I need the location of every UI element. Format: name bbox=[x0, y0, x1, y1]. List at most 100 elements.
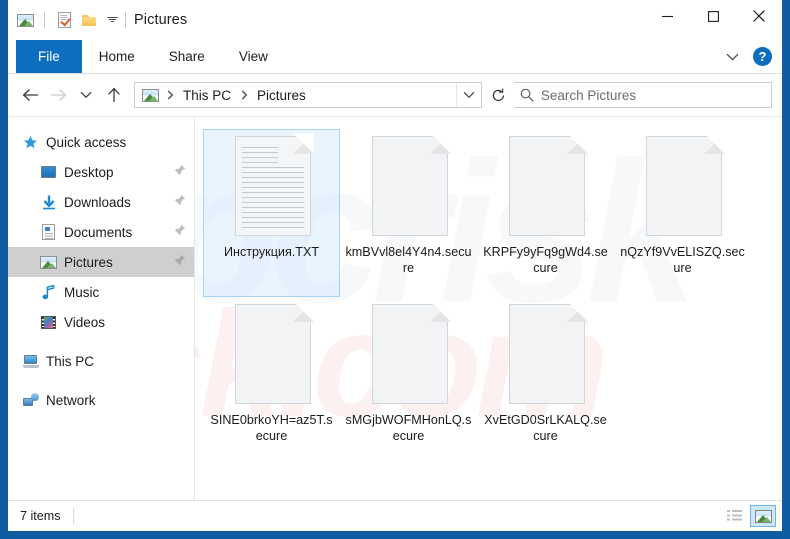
close-button[interactable] bbox=[736, 0, 782, 32]
details-view-icon bbox=[726, 509, 742, 523]
breadcrumb-separator-icon[interactable] bbox=[162, 83, 178, 107]
star-icon bbox=[22, 134, 39, 151]
encrypted-file-icon bbox=[231, 301, 314, 406]
navigation-pane: Quick access Desktop Downloads Documents… bbox=[8, 117, 195, 500]
desktop-icon bbox=[40, 164, 57, 181]
properties-icon[interactable] bbox=[55, 11, 73, 29]
file-item[interactable]: Инструкция.TXT bbox=[203, 129, 340, 297]
sidebar-item-label: Documents bbox=[64, 224, 133, 240]
pin-icon[interactable] bbox=[174, 193, 186, 211]
sidebar-item-label: Desktop bbox=[64, 164, 114, 180]
file-name: kmBVvl8el4Y4n4.secure bbox=[345, 245, 472, 275]
breadcrumb: This PC Pictures bbox=[135, 83, 456, 107]
quick-access-toolbar bbox=[8, 11, 119, 29]
sidebar-item-label: Network bbox=[46, 392, 96, 408]
large-icons-view-button[interactable] bbox=[750, 505, 776, 527]
encrypted-file-icon bbox=[368, 133, 451, 238]
desktop-background: Pictures File Home Share View ? This PC … bbox=[0, 0, 790, 539]
text-file-icon bbox=[231, 133, 314, 238]
sidebar-item-documents[interactable]: Documents bbox=[8, 217, 194, 247]
toolbar-divider bbox=[44, 12, 45, 28]
file-name: sMGjbWOFMHonLQ.secure bbox=[345, 413, 472, 443]
pictures-icon bbox=[40, 254, 57, 271]
search-box[interactable] bbox=[514, 82, 772, 108]
maximize-button[interactable] bbox=[690, 0, 736, 32]
window-controls bbox=[644, 0, 782, 32]
file-name: SINE0brkoYH=az5T.secure bbox=[210, 413, 333, 443]
sidebar-item-this-pc[interactable]: This PC bbox=[8, 346, 194, 376]
file-grid: Инструкция.TXT kmBVvl8el4Y4n4.secure KRP… bbox=[203, 129, 774, 465]
file-list-pane[interactable]: Инструкция.TXT kmBVvl8el4Y4n4.secure KRP… bbox=[195, 117, 782, 500]
view-mode-buttons bbox=[721, 505, 776, 527]
file-name: Инструкция.TXT bbox=[223, 245, 320, 259]
back-button[interactable] bbox=[16, 81, 44, 109]
breadcrumb-pictures[interactable]: Pictures bbox=[253, 87, 310, 104]
pin-icon[interactable] bbox=[174, 253, 186, 271]
sidebar-item-pictures[interactable]: Pictures bbox=[8, 247, 194, 277]
breadcrumb-this-pc[interactable]: This PC bbox=[179, 87, 235, 104]
customize-qat-caret-icon[interactable] bbox=[105, 13, 119, 27]
file-name: KRPFy9yFq9gWd4.secure bbox=[483, 245, 608, 275]
file-item[interactable]: XvEtGD0SrLKALQ.secure bbox=[477, 297, 614, 465]
status-divider bbox=[72, 508, 74, 524]
search-icon bbox=[514, 88, 541, 102]
large-icons-view-icon bbox=[754, 509, 772, 523]
search-input[interactable] bbox=[540, 87, 771, 103]
sidebar-item-network[interactable]: Network bbox=[8, 385, 194, 415]
tab-share[interactable]: Share bbox=[152, 40, 222, 73]
status-bar: 7 items bbox=[8, 500, 782, 531]
sidebar-item-videos[interactable]: Videos bbox=[8, 307, 194, 337]
sidebar-item-downloads[interactable]: Downloads bbox=[8, 187, 194, 217]
downloads-icon bbox=[40, 194, 57, 211]
sidebar-item-quick-access[interactable]: Quick access bbox=[8, 127, 194, 157]
file-item[interactable]: sMGjbWOFMHonLQ.secure bbox=[340, 297, 477, 465]
videos-icon bbox=[40, 314, 57, 331]
file-item[interactable]: KRPFy9yFq9gWd4.secure bbox=[477, 129, 614, 297]
sidebar-item-label: This PC bbox=[46, 353, 95, 369]
network-icon bbox=[22, 392, 39, 409]
address-dropdown-chevron-down-icon[interactable] bbox=[456, 83, 481, 107]
details-view-button[interactable] bbox=[721, 505, 747, 527]
minimize-button[interactable] bbox=[644, 0, 690, 32]
sidebar-item-music[interactable]: Music bbox=[8, 277, 194, 307]
explorer-body: pcrisk risk.com Quick access Desktop bbox=[8, 116, 782, 500]
documents-icon bbox=[40, 224, 57, 241]
file-name: XvEtGD0SrLKALQ.secure bbox=[484, 413, 607, 443]
up-button[interactable] bbox=[100, 81, 128, 109]
title-bar: Pictures bbox=[8, 0, 782, 40]
sidebar-item-label: Downloads bbox=[64, 194, 131, 210]
breadcrumb-pictures-icon[interactable] bbox=[141, 86, 159, 104]
item-count: 7 items bbox=[20, 509, 61, 523]
recent-locations-chevron-down-icon[interactable] bbox=[72, 81, 100, 109]
new-folder-icon[interactable] bbox=[80, 11, 98, 29]
encrypted-file-icon bbox=[505, 301, 588, 406]
pin-icon[interactable] bbox=[174, 163, 186, 181]
help-button[interactable]: ? bbox=[753, 47, 772, 66]
file-item[interactable]: nQzYf9VvELISZQ.secure bbox=[614, 129, 751, 297]
title-divider bbox=[125, 12, 126, 28]
tab-file[interactable]: File bbox=[16, 40, 82, 73]
window-title: Pictures bbox=[134, 12, 188, 28]
encrypted-file-icon bbox=[642, 133, 725, 238]
refresh-button[interactable] bbox=[482, 81, 514, 109]
address-bar[interactable]: This PC Pictures bbox=[134, 82, 482, 108]
sidebar-item-label: Quick access bbox=[46, 134, 127, 150]
ribbon-right-controls: ? bbox=[721, 40, 782, 73]
tab-view[interactable]: View bbox=[222, 40, 285, 73]
ribbon-tab-bar: File Home Share View ? bbox=[8, 40, 782, 74]
tab-home[interactable]: Home bbox=[82, 40, 152, 73]
pictures-folder-icon[interactable] bbox=[16, 11, 34, 29]
encrypted-file-icon bbox=[505, 133, 588, 238]
sidebar-item-label: Music bbox=[64, 284, 100, 300]
breadcrumb-separator-icon[interactable] bbox=[236, 83, 252, 107]
forward-button[interactable] bbox=[44, 81, 72, 109]
music-icon bbox=[40, 284, 57, 301]
pin-icon[interactable] bbox=[174, 223, 186, 241]
sidebar-item-desktop[interactable]: Desktop bbox=[8, 157, 194, 187]
sidebar-item-label: Videos bbox=[64, 314, 106, 330]
file-item[interactable]: kmBVvl8el4Y4n4.secure bbox=[340, 129, 477, 297]
file-item[interactable]: SINE0brkoYH=az5T.secure bbox=[203, 297, 340, 465]
expand-ribbon-chevron-down-icon[interactable] bbox=[721, 46, 743, 68]
